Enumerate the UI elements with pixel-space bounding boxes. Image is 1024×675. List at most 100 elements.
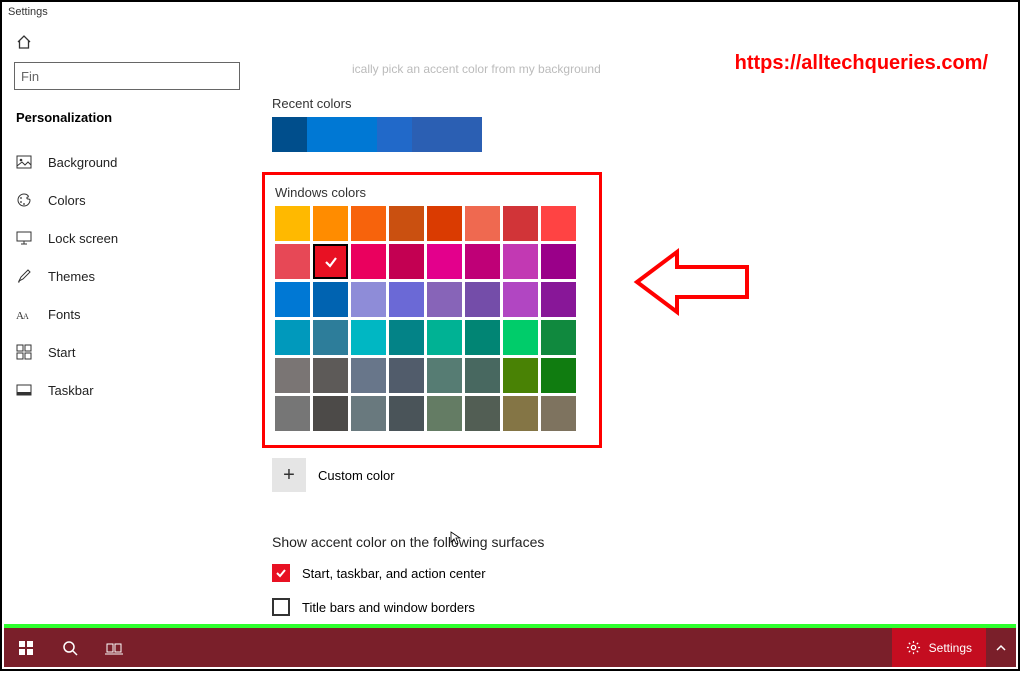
windows-color-swatch[interactable] [503, 320, 538, 355]
windows-color-swatch[interactable] [351, 244, 386, 279]
windows-color-swatch[interactable] [503, 244, 538, 279]
windows-color-swatch[interactable] [541, 396, 576, 431]
checkbox-icon-unchecked [272, 598, 290, 616]
windows-color-swatch[interactable] [541, 206, 576, 241]
windows-color-swatch[interactable] [313, 206, 348, 241]
checkbox-label: Title bars and window borders [302, 600, 475, 615]
svg-text:A: A [23, 312, 29, 321]
windows-color-swatch[interactable] [465, 320, 500, 355]
sidebar-list: Background Colors Lock screen Themes AA … [2, 143, 252, 409]
windows-color-swatch[interactable] [541, 282, 576, 317]
windows-color-swatch[interactable] [465, 206, 500, 241]
window-title: Settings [2, 2, 1018, 22]
windows-color-swatch[interactable] [465, 358, 500, 393]
windows-color-swatch[interactable] [541, 320, 576, 355]
tray-chevron[interactable] [986, 628, 1016, 667]
brush-icon [16, 268, 32, 284]
windows-color-swatch[interactable] [427, 320, 462, 355]
windows-color-swatch[interactable] [541, 244, 576, 279]
sidebar-item-colors[interactable]: Colors [2, 181, 252, 219]
windows-color-swatch[interactable] [503, 206, 538, 241]
windows-color-swatch[interactable] [465, 282, 500, 317]
windows-color-swatch[interactable] [427, 244, 462, 279]
sidebar-item-background[interactable]: Background [2, 143, 252, 181]
sidebar-item-fonts[interactable]: AA Fonts [2, 295, 252, 333]
windows-color-swatch[interactable] [389, 244, 424, 279]
sidebar-item-lockscreen[interactable]: Lock screen [2, 219, 252, 257]
recent-color-swatch[interactable] [447, 117, 482, 152]
recent-color-swatch[interactable] [342, 117, 377, 152]
windows-color-swatch[interactable] [541, 358, 576, 393]
windows-color-swatch[interactable] [313, 282, 348, 317]
app-frame: Settings Fin Personalization Background … [0, 0, 1020, 671]
task-view-icon [105, 641, 123, 655]
taskbar-icon [16, 382, 32, 398]
windows-color-swatch[interactable] [313, 396, 348, 431]
checkbox-label: Start, taskbar, and action center [302, 566, 486, 581]
windows-color-swatch[interactable] [275, 282, 310, 317]
windows-color-swatch[interactable] [503, 282, 538, 317]
windows-colors-label: Windows colors [275, 185, 589, 200]
watermark-url: https://alltechqueries.com/ [735, 52, 988, 75]
content-area: ically pick an accent color from my back… [252, 22, 1018, 628]
windows-color-swatch[interactable] [465, 244, 500, 279]
windows-color-swatch[interactable] [313, 244, 348, 279]
windows-color-swatch[interactable] [427, 282, 462, 317]
chevron-up-icon [995, 642, 1007, 654]
sidebar-item-label: Background [48, 155, 117, 170]
windows-color-swatch[interactable] [275, 206, 310, 241]
windows-color-swatch[interactable] [427, 358, 462, 393]
recent-color-swatch[interactable] [307, 117, 342, 152]
home-icon [16, 34, 32, 50]
windows-color-swatch[interactable] [389, 396, 424, 431]
taskbar: Settings [4, 628, 1016, 667]
recent-color-swatch[interactable] [377, 117, 412, 152]
windows-color-swatch[interactable] [351, 358, 386, 393]
sidebar-item-label: Colors [48, 193, 86, 208]
recent-color-swatch[interactable] [412, 117, 447, 152]
image-icon [16, 154, 32, 170]
windows-color-swatch[interactable] [313, 320, 348, 355]
sidebar-item-themes[interactable]: Themes [2, 257, 252, 295]
search-input[interactable]: Fin [14, 62, 240, 90]
windows-color-swatch[interactable] [313, 358, 348, 393]
windows-color-swatch[interactable] [389, 320, 424, 355]
windows-color-swatch[interactable] [351, 206, 386, 241]
sidebar-item-label: Themes [48, 269, 95, 284]
recent-color-swatch[interactable] [272, 117, 307, 152]
sidebar-item-label: Fonts [48, 307, 81, 322]
windows-color-swatch[interactable] [351, 282, 386, 317]
windows-color-swatch[interactable] [389, 282, 424, 317]
windows-color-swatch[interactable] [275, 244, 310, 279]
task-view-button[interactable] [92, 628, 136, 667]
search-button[interactable] [48, 628, 92, 667]
sidebar-item-label: Taskbar [48, 383, 94, 398]
checkbox-title-bars[interactable]: Title bars and window borders [272, 598, 998, 616]
windows-color-swatch[interactable] [389, 358, 424, 393]
windows-color-swatch[interactable] [503, 396, 538, 431]
checkbox-start-taskbar[interactable]: Start, taskbar, and action center [272, 564, 998, 582]
start-button[interactable] [4, 628, 48, 667]
taskbar-app-label: Settings [929, 641, 972, 655]
windows-color-swatch[interactable] [351, 396, 386, 431]
sidebar-item-label: Start [48, 345, 75, 360]
windows-color-swatch[interactable] [351, 320, 386, 355]
search-placeholder: Fin [21, 69, 39, 84]
recent-colors-label: Recent colors [272, 96, 998, 111]
accent-surfaces-heading: Show accent color on the following surfa… [272, 534, 998, 550]
windows-color-swatch[interactable] [427, 396, 462, 431]
windows-color-swatch[interactable] [503, 358, 538, 393]
windows-color-swatch[interactable] [427, 206, 462, 241]
sidebar-item-start[interactable]: Start [2, 333, 252, 371]
custom-color-button[interactable]: + [272, 458, 306, 492]
windows-color-swatch[interactable] [275, 358, 310, 393]
windows-color-swatch[interactable] [389, 206, 424, 241]
windows-color-swatch[interactable] [465, 396, 500, 431]
palette-icon [16, 192, 32, 208]
windows-color-swatch[interactable] [275, 396, 310, 431]
home-button[interactable] [2, 22, 252, 62]
windows-color-swatch[interactable] [275, 320, 310, 355]
sidebar-item-taskbar[interactable]: Taskbar [2, 371, 252, 409]
taskbar-app-settings[interactable]: Settings [892, 628, 986, 667]
annotation-arrow [627, 242, 757, 325]
